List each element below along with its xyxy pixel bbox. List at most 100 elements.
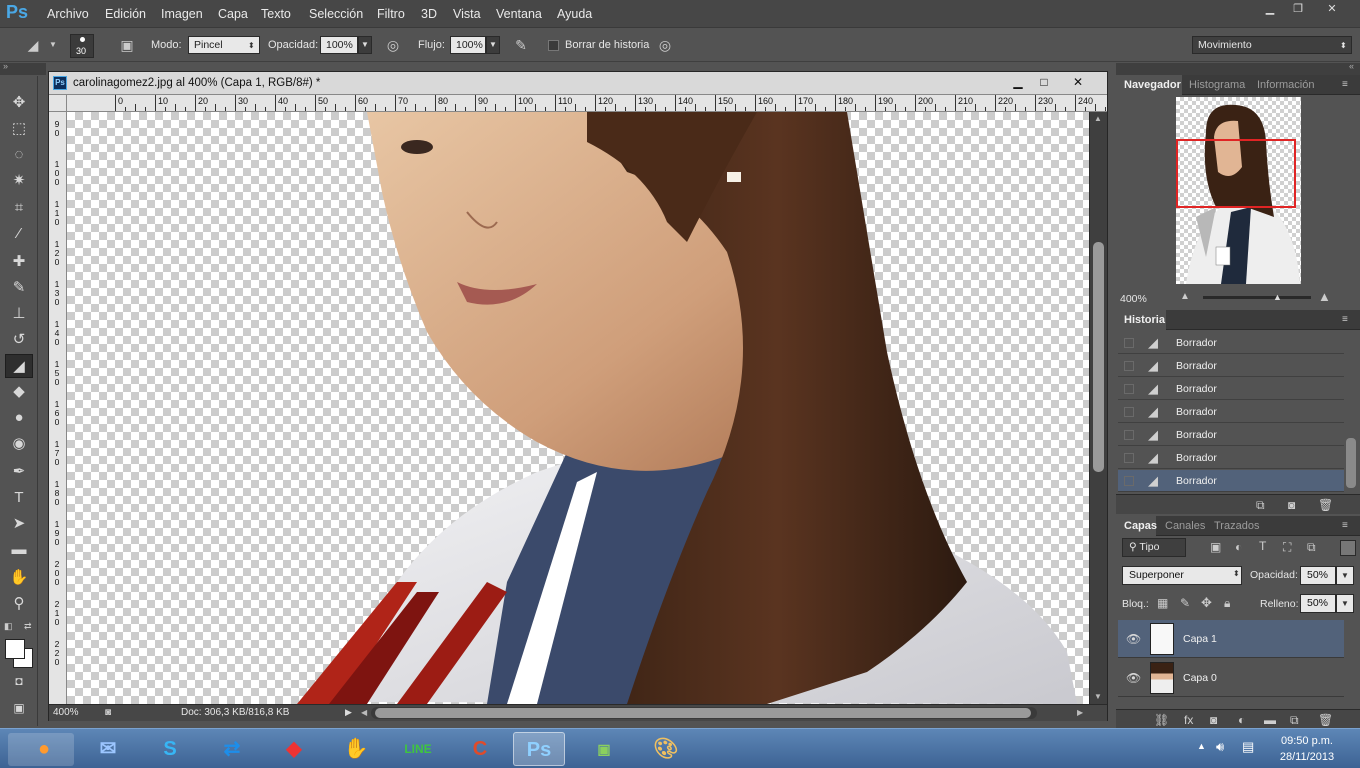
opacity-input[interactable]: 100%: [320, 36, 358, 54]
history-item[interactable]: ◢ Borrador: [1118, 447, 1344, 469]
layer-fill-dropdown-icon[interactable]: ▼: [1336, 594, 1354, 613]
scroll-left-icon[interactable]: ◀: [361, 708, 367, 717]
foreground-color-swatch[interactable]: [5, 639, 25, 659]
doc-close-button[interactable]: ✕: [1065, 74, 1091, 91]
eraser-tool-icon[interactable]: ◢: [24, 36, 42, 54]
paint-icon[interactable]: 🎨︎: [640, 732, 692, 766]
tab-history[interactable]: Historia: [1124, 314, 1165, 326]
clone-stamp-tool-icon[interactable]: ⊥: [5, 302, 33, 326]
lock-position-icon[interactable]: ✥: [1201, 595, 1212, 611]
layer-fill-input[interactable]: 50%: [1300, 594, 1336, 613]
close-button[interactable]: ✕: [1318, 1, 1346, 17]
erase-history-checkbox[interactable]: [548, 40, 559, 51]
menu-ayuda[interactable]: Ayuda: [557, 7, 592, 21]
scroll-up-icon[interactable]: ▲: [1094, 114, 1102, 123]
eye-icon[interactable]: 👁︎: [1126, 671, 1141, 685]
messenger-icon[interactable]: ✉: [82, 732, 134, 766]
history-item-selected[interactable]: ◢ Borrador: [1118, 470, 1344, 492]
move-tool-icon[interactable]: ✥: [5, 91, 33, 115]
navigator-zoom-value[interactable]: 400%: [1120, 293, 1147, 305]
filter-pixel-icon[interactable]: ▣: [1210, 540, 1221, 554]
menu-ventana[interactable]: Ventana: [496, 7, 542, 21]
history-menu-icon[interactable]: ≡: [1342, 314, 1348, 325]
brush-preset-picker[interactable]: 30: [70, 34, 94, 58]
line-icon[interactable]: LINE: [392, 732, 444, 766]
status-menu-arrow-icon[interactable]: ▶: [345, 707, 352, 718]
lock-transparency-icon[interactable]: ▦: [1157, 596, 1168, 610]
flow-dropdown-icon[interactable]: ▼: [486, 36, 500, 54]
eye-icon[interactable]: 👁︎: [1126, 632, 1141, 646]
doc-minimize-button[interactable]: ▁: [1005, 74, 1031, 91]
zoom-level[interactable]: 400%: [53, 706, 91, 720]
new-snapshot-icon[interactable]: ◙: [1288, 498, 1295, 512]
quick-mask-icon[interactable]: ◘: [5, 669, 33, 693]
new-layer-icon[interactable]: ⧉: [1290, 713, 1299, 728]
vertical-scroll-thumb[interactable]: [1093, 242, 1104, 472]
brush-tool-icon[interactable]: ✎: [5, 276, 33, 300]
brush-panel-icon[interactable]: ▣: [118, 36, 136, 54]
lock-pixels-icon[interactable]: ✎: [1180, 596, 1190, 610]
lasso-tool-icon[interactable]: ◌: [5, 143, 33, 167]
layer-filter-select[interactable]: ⚲ Tipo: [1122, 538, 1186, 557]
history-snapshot-checkbox[interactable]: [1124, 407, 1134, 417]
history-item[interactable]: ◢ Borrador: [1118, 378, 1344, 400]
ccleaner-icon[interactable]: C: [454, 732, 506, 766]
history-item[interactable]: ◢ Borrador: [1118, 332, 1344, 354]
menu-filtro[interactable]: Filtro: [377, 7, 405, 21]
tab-info[interactable]: Información: [1257, 79, 1314, 91]
scroll-right-icon[interactable]: ▶: [1077, 708, 1083, 717]
adjustment-layer-icon[interactable]: ◐: [1238, 713, 1245, 727]
history-snapshot-checkbox[interactable]: [1124, 361, 1134, 371]
vertical-ruler[interactable]: 9 0 1 0 0 1 1 0 1 2 0 1 3 0 1 4 0 1 5 0 1 6 0 1 …: [49, 112, 67, 704]
history-brush-tool-icon[interactable]: ↺: [5, 328, 33, 352]
doc-maximize-button[interactable]: □: [1031, 74, 1057, 91]
hand-tool-icon[interactable]: ✋: [5, 566, 33, 590]
tab-paths[interactable]: Trazados: [1214, 520, 1259, 532]
dodge-tool-icon[interactable]: ◉: [5, 432, 33, 456]
marquee-tool-icon[interactable]: ⬚: [5, 117, 33, 141]
menu-imagen[interactable]: Imagen: [161, 7, 203, 21]
workspace-select[interactable]: Movimiento: [1192, 36, 1352, 54]
pressure-size-icon[interactable]: ◎: [656, 36, 674, 54]
tab-channels[interactable]: Canales: [1165, 520, 1205, 532]
add-mask-icon[interactable]: ◙: [1210, 713, 1217, 727]
new-document-from-state-icon[interactable]: ⧉: [1256, 498, 1265, 513]
hand-icon[interactable]: ✋: [330, 732, 382, 766]
lock-all-icon[interactable]: 🔒︎: [1224, 596, 1230, 611]
pressure-opacity-icon[interactable]: ◎: [384, 36, 402, 54]
delete-state-icon[interactable]: 🗑︎: [1318, 498, 1333, 512]
path-selection-tool-icon[interactable]: ➤: [5, 512, 33, 536]
tab-histogram[interactable]: Histograma: [1189, 79, 1245, 91]
layer-style-icon[interactable]: fx: [1184, 713, 1193, 727]
menu-3d[interactable]: 3D: [421, 7, 437, 21]
tab-layers[interactable]: Capas: [1124, 520, 1157, 532]
magic-wand-tool-icon[interactable]: ✷: [5, 169, 33, 193]
default-colors-icon[interactable]: ◧: [4, 621, 13, 632]
photoshop-icon[interactable]: Ps: [513, 732, 565, 766]
paint-bucket-tool-icon[interactable]: ◆: [5, 380, 33, 404]
restore-button[interactable]: ❐: [1284, 1, 1312, 17]
flow-input[interactable]: 100%: [450, 36, 486, 54]
history-snapshot-checkbox[interactable]: [1124, 384, 1134, 394]
clock-date[interactable]: 28/11/2013: [1272, 751, 1342, 763]
zoom-out-icon[interactable]: ▲: [1180, 291, 1190, 302]
scroll-down-icon[interactable]: ▼: [1094, 692, 1102, 701]
filter-adjustment-icon[interactable]: ◐: [1235, 540, 1242, 554]
rectangle-tool-icon[interactable]: ▬: [5, 538, 33, 562]
panels-collapse-strip[interactable]: «: [1116, 61, 1360, 75]
delete-layer-icon[interactable]: 🗑︎: [1318, 713, 1333, 727]
teamviewer-icon[interactable]: ⇄: [206, 732, 258, 766]
eraser-tool-icon[interactable]: ◢: [5, 354, 33, 378]
image-canvas[interactable]: [67, 112, 1089, 704]
history-snapshot-checkbox[interactable]: [1124, 453, 1134, 463]
document-tab[interactable]: Ps carolinagomez2.jpg al 400% (Capa 1, R…: [49, 72, 1107, 95]
layer-opacity-input[interactable]: 50%: [1300, 566, 1336, 585]
swap-colors-icon[interactable]: ⇄: [24, 621, 32, 632]
firefox-icon[interactable]: ●: [18, 732, 70, 766]
zoom-slider-handle-icon[interactable]: ▲: [1273, 292, 1282, 302]
layer-row-selected[interactable]: 👁︎ Capa 1: [1118, 620, 1344, 658]
history-item[interactable]: ◢ Borrador: [1118, 424, 1344, 446]
horizontal-ruler[interactable]: 0 10 20 30 40 50 60 70 80 90 100 110 120 130 140 150 160…: [67, 95, 1107, 112]
volume-icon[interactable]: 🔊︎: [1216, 739, 1224, 755]
history-snapshot-checkbox[interactable]: [1124, 338, 1134, 348]
